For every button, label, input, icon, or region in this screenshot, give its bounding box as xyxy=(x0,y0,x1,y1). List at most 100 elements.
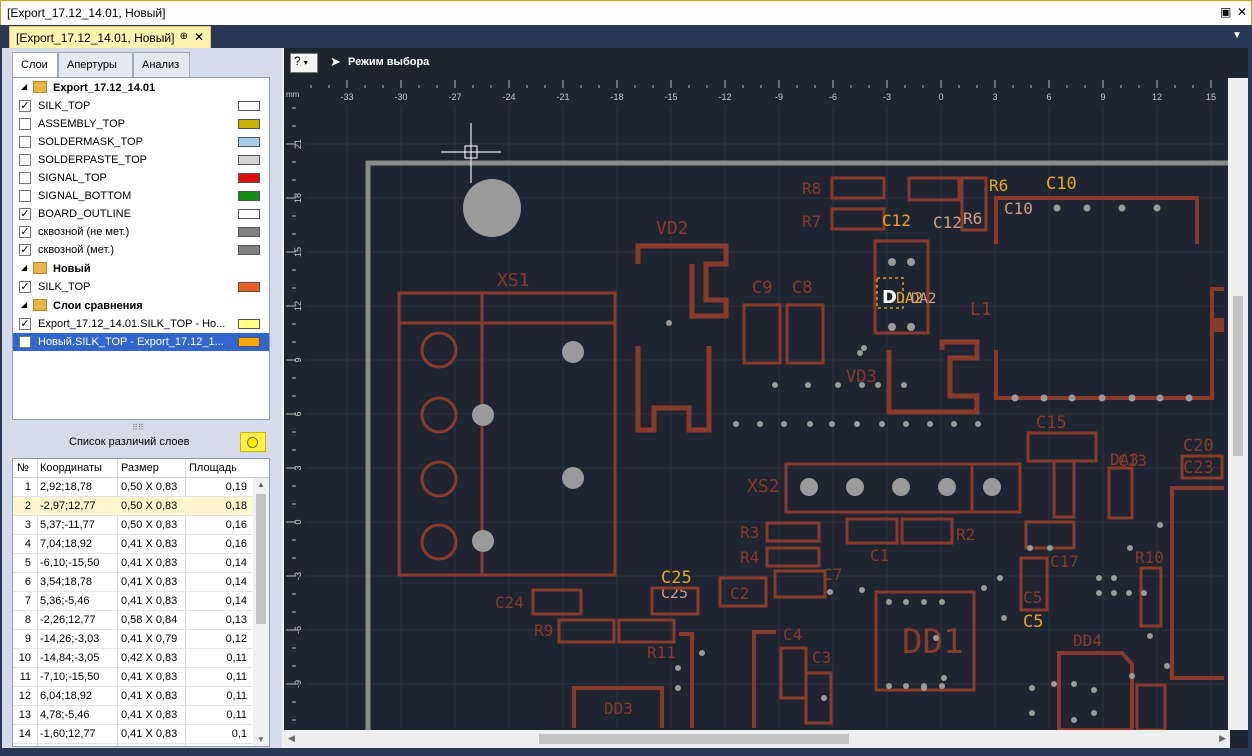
layer-item[interactable]: SIGNAL_TOP xyxy=(13,169,269,187)
scroll-down-icon[interactable]: ▼ xyxy=(257,735,265,744)
layer-item[interactable]: ✓ SILK_TOP xyxy=(13,278,269,296)
table-row[interactable]: 1 2,92;18,78 0,50 X 0,83 0,19 xyxy=(13,478,253,497)
row-area: 0,16 xyxy=(225,538,247,550)
table-row[interactable]: 9 -14,26;-3,03 0,41 X 0,79 0,12 xyxy=(13,630,253,649)
table-row[interactable]: 4 7,04;18,92 0,41 X 0,83 0,16 xyxy=(13,535,253,554)
chevron-down-icon: ▾ xyxy=(303,58,308,67)
table-row[interactable]: 6 3,54;18,78 0,41 X 0,83 0,14 xyxy=(13,573,253,592)
layer-item[interactable]: ✓ сквозной (не мет.) xyxy=(13,223,269,241)
col-area[interactable]: Площадь xyxy=(189,462,237,474)
table-row[interactable]: 7 5,36;-5,46 0,41 X 0,83 0,14 xyxy=(13,592,253,611)
layer-item[interactable]: ✓ BOARD_OUTLINE xyxy=(13,205,269,223)
via xyxy=(1128,394,1136,402)
tab-apertures[interactable]: Апертуры xyxy=(58,52,133,78)
tab-close-icon[interactable]: ✕ xyxy=(194,30,204,44)
ruler-label: 9 xyxy=(293,357,303,362)
layer-visibility-checkbox[interactable]: ✓ xyxy=(19,281,31,293)
layer-color-swatch[interactable] xyxy=(238,191,260,201)
table-row[interactable]: 12 6,04;18,92 0,41 X 0,83 0,11 xyxy=(13,687,253,706)
scrollbar-thumb[interactable] xyxy=(539,734,849,744)
highlight-color-button[interactable] xyxy=(240,432,266,452)
via xyxy=(666,320,672,326)
help-dropdown-button[interactable]: ? ▾ xyxy=(290,53,318,73)
document-tab[interactable]: [Export_17.12_14.01, Новый] ⊕ ✕ xyxy=(9,26,211,48)
layer-item[interactable]: SOLDERPASTE_TOP xyxy=(13,151,269,169)
layer-visibility-checkbox[interactable]: ✓ xyxy=(19,244,31,256)
table-row[interactable]: 5 -6,10;-15,50 0,41 X 0,83 0,14 xyxy=(13,554,253,573)
pin-icon[interactable]: ⊕ xyxy=(180,31,188,42)
layer-color-swatch[interactable] xyxy=(238,119,260,129)
component-label: C9 xyxy=(752,278,772,298)
layer-group[interactable]: ◢ Новый xyxy=(13,260,269,278)
layer-color-swatch[interactable] xyxy=(238,227,260,237)
collapse-icon[interactable]: ◢ xyxy=(21,263,27,272)
table-row[interactable]: 3 5,37;-11,77 0,50 X 0,83 0,16 xyxy=(13,516,253,535)
tab-analysis[interactable]: Анализ xyxy=(133,52,190,78)
capacitor-c1a xyxy=(845,517,899,545)
layer-color-swatch[interactable] xyxy=(238,282,260,292)
via xyxy=(733,421,739,427)
layer-color-swatch[interactable] xyxy=(238,319,260,329)
layer-visibility-checkbox[interactable]: ✓ xyxy=(19,226,31,238)
layer-color-swatch[interactable] xyxy=(238,245,260,255)
tab-menu-icon[interactable]: ▼ xyxy=(1232,30,1242,41)
scrollbar-thumb[interactable] xyxy=(256,494,266,624)
layer-visibility-checkbox[interactable]: ✓ xyxy=(19,100,31,112)
table-row[interactable]: 8 -2,26;12,77 0,58 X 0,84 0,13 xyxy=(13,611,253,630)
via xyxy=(1096,575,1102,581)
via xyxy=(1027,545,1033,551)
layer-color-swatch[interactable] xyxy=(238,209,260,219)
layer-visibility-checkbox[interactable] xyxy=(19,154,31,166)
layer-item[interactable]: ✓ Export_17.12_14.01.SILK_TOP - Но... xyxy=(13,315,269,333)
layer-item[interactable]: ✓ сквозной (мет.) xyxy=(13,241,269,259)
component-label: R7 xyxy=(802,212,821,231)
layer-color-swatch[interactable] xyxy=(238,155,260,165)
layer-visibility-checkbox[interactable] xyxy=(19,118,31,130)
layer-visibility-checkbox[interactable]: ✓ xyxy=(19,336,31,348)
close-icon[interactable]: ✕ xyxy=(1237,5,1247,19)
collapse-icon[interactable]: ◢ xyxy=(21,82,27,91)
table-row[interactable]: 10 -14,84;-3,05 0,42 X 0,83 0,11 xyxy=(13,649,253,668)
tab-layers[interactable]: Слои xyxy=(12,52,58,78)
pcb-canvas[interactable]: mm -33 -30 -27 -24 -21 -18 -15 -12 -9 -6 -3 0 3 6 9 12 15… xyxy=(284,78,1248,748)
table-row[interactable]: 14 -1,60;12,77 0,41 X 0,83 0,1 xyxy=(13,725,253,744)
layer-visibility-checkbox[interactable] xyxy=(19,136,31,148)
layer-item[interactable]: SOLDERMASK_TOP xyxy=(13,133,269,151)
capacitor-c24 xyxy=(531,588,583,616)
scrollbar-thumb[interactable] xyxy=(1233,296,1243,456)
layer-color-swatch[interactable] xyxy=(238,101,260,111)
layer-item[interactable]: ASSEMBLY_TOP xyxy=(13,115,269,133)
tab-apertures-label: Апертуры xyxy=(67,59,117,71)
layer-color-swatch[interactable] xyxy=(238,173,260,183)
scroll-left-icon[interactable]: ◀ xyxy=(288,733,295,744)
layer-item[interactable]: SIGNAL_BOTTOM xyxy=(13,187,269,205)
col-coordinates[interactable]: Координаты xyxy=(40,462,102,474)
diff-table-scrollbar[interactable]: ▲ ▼ xyxy=(253,478,269,746)
table-row[interactable]: 13 4,78;-5,46 0,41 X 0,83 0,11 xyxy=(13,706,253,725)
layer-item[interactable]: ✓ SILK_TOP xyxy=(13,97,269,115)
restore-icon[interactable]: ▣ xyxy=(1220,5,1231,19)
row-size: 0,42 X 0,83 xyxy=(121,652,178,664)
row-area: 0,19 xyxy=(225,481,247,493)
layer-group[interactable]: ◢ Слои сравнения xyxy=(13,297,269,315)
layer-color-swatch[interactable] xyxy=(238,337,260,347)
collapse-icon[interactable]: ◢ xyxy=(21,300,27,309)
layer-visibility-checkbox[interactable] xyxy=(19,172,31,184)
pcb-view[interactable]: mm -33 -30 -27 -24 -21 -18 -15 -12 -9 -6 -3 0 3 6 9 12 15… xyxy=(284,78,1248,748)
table-row[interactable]: 11 -7,10;-15,50 0,41 X 0,83 0,11 xyxy=(13,668,253,687)
layer-visibility-checkbox[interactable]: ✓ xyxy=(19,318,31,330)
layer-color-swatch[interactable] xyxy=(238,137,260,147)
canvas-horizontal-scrollbar[interactable]: ◀ ▶ xyxy=(284,730,1230,748)
col-size[interactable]: Размер xyxy=(121,462,159,474)
via xyxy=(941,675,947,681)
layer-visibility-checkbox[interactable]: ✓ xyxy=(19,208,31,220)
layer-item[interactable]: ✓ Новый.SILK_TOP - Export_17.12_1... xyxy=(13,333,269,351)
row-number: 8 xyxy=(24,614,31,626)
canvas-vertical-scrollbar[interactable] xyxy=(1228,78,1248,730)
layer-visibility-checkbox[interactable] xyxy=(19,190,31,202)
layer-group[interactable]: ◢ Export_17.12_14.01 xyxy=(13,79,269,97)
table-row[interactable]: 2 -2,97;12,77 0,50 X 0,83 0,18 xyxy=(13,497,253,516)
scroll-right-icon[interactable]: ▶ xyxy=(1219,733,1226,744)
scroll-up-icon[interactable]: ▲ xyxy=(257,480,265,489)
col-number[interactable]: № xyxy=(17,462,29,474)
